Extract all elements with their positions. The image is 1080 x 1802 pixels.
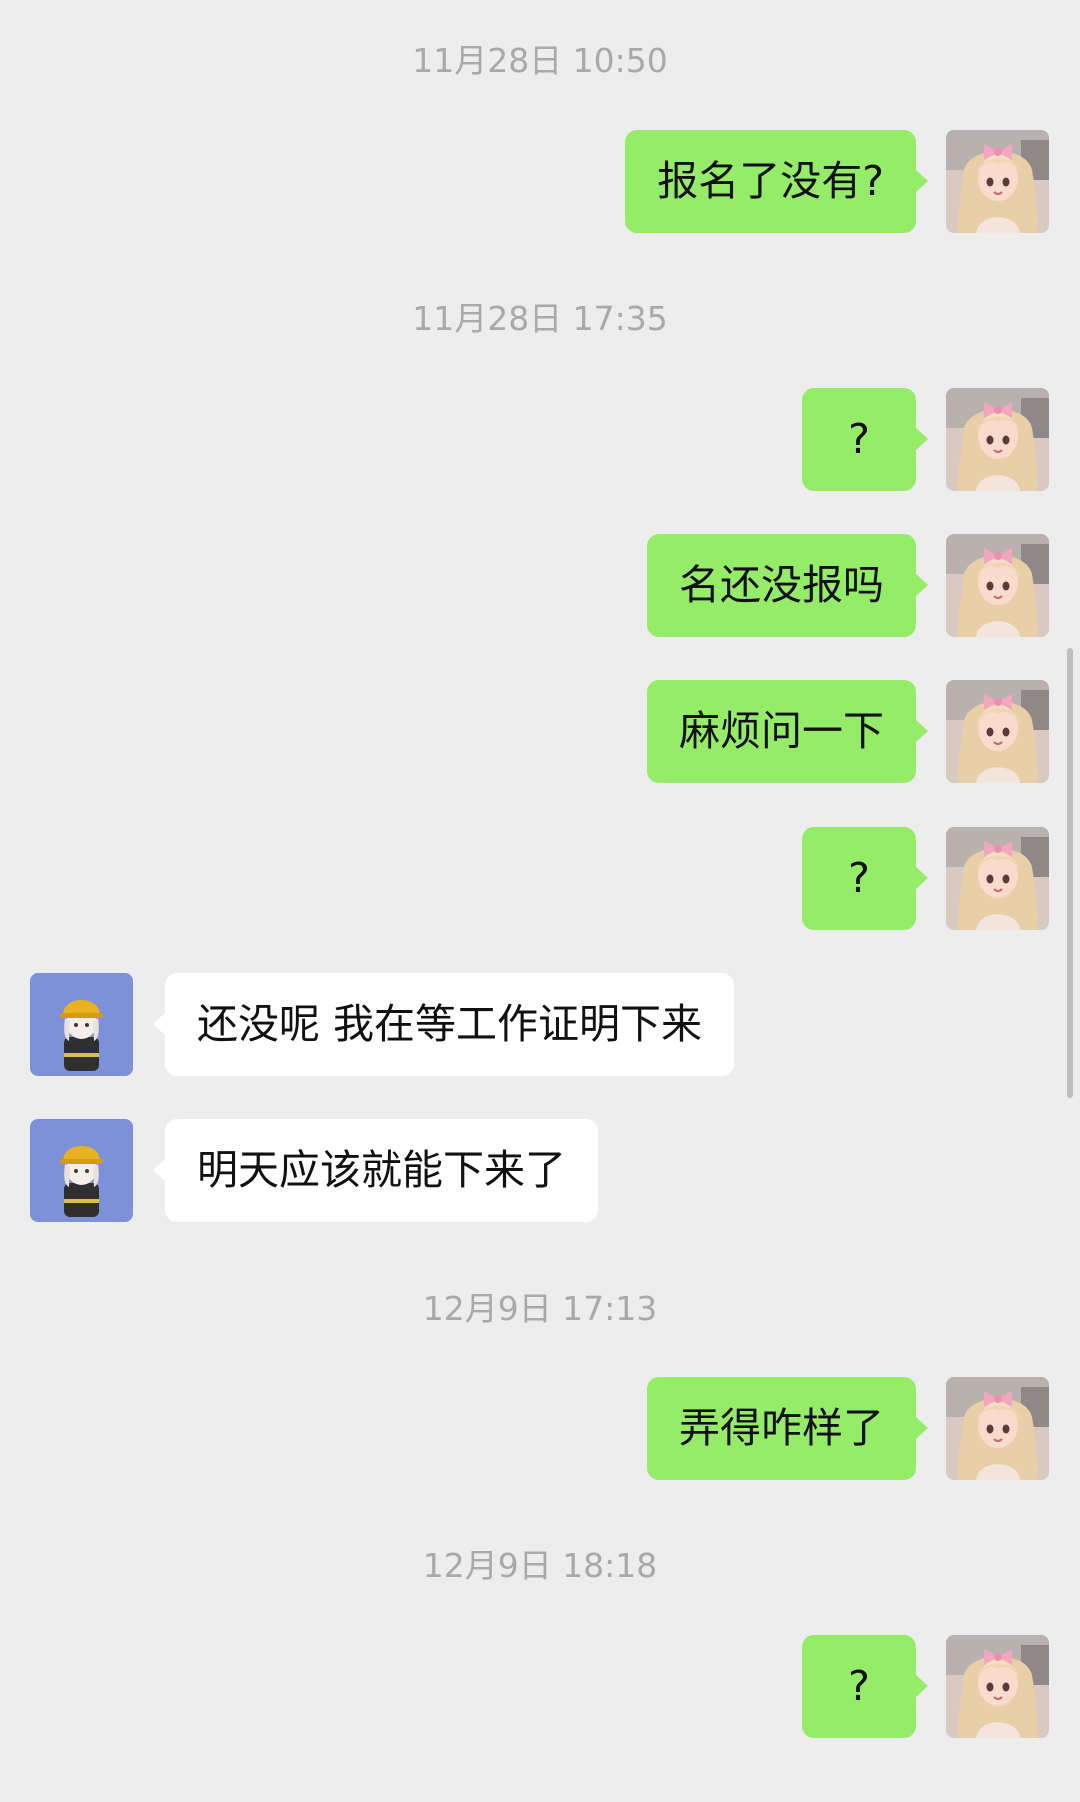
message-row-outgoing: ?	[0, 388, 1080, 491]
message-row-outgoing: 弄得咋样了	[0, 1377, 1080, 1480]
outgoing-message-bubble[interactable]: ?	[802, 827, 928, 930]
outgoing-message-bubble[interactable]: 麻烦问一下	[647, 680, 928, 783]
girl-avatar-icon[interactable]	[946, 680, 1049, 783]
outgoing-message-bubble[interactable]: ?	[802, 1635, 928, 1738]
girl-avatar-icon[interactable]	[946, 130, 1049, 233]
message-row-outgoing: ?	[0, 827, 1080, 930]
girl-avatar-icon[interactable]	[946, 1635, 1049, 1738]
outgoing-message-bubble[interactable]: 报名了没有?	[625, 130, 928, 233]
message-row-incoming: 还没呢 我在等工作证明下来	[0, 973, 1080, 1076]
girl-avatar-icon[interactable]	[946, 827, 1049, 930]
message-row-outgoing: 名还没报吗	[0, 534, 1080, 637]
message-row-outgoing: 报名了没有?	[0, 130, 1080, 233]
message-row-outgoing: 麻烦问一下	[0, 680, 1080, 783]
construction-worker-avatar-icon[interactable]	[30, 1119, 133, 1222]
timestamp: 12月9日 17:13	[422, 1289, 658, 1328]
outgoing-message-bubble[interactable]: ?	[802, 388, 928, 491]
girl-avatar-icon[interactable]	[946, 388, 1049, 491]
timestamp: 12月9日 18:18	[422, 1546, 658, 1585]
construction-worker-avatar-icon[interactable]	[30, 973, 133, 1076]
incoming-message-bubble[interactable]: 还没呢 我在等工作证明下来	[152, 973, 735, 1076]
incoming-message-bubble[interactable]: 明天应该就能下来了	[153, 1119, 598, 1222]
message-row-incoming: 明天应该就能下来了	[0, 1119, 1080, 1222]
outgoing-message-bubble[interactable]: 弄得咋样了	[647, 1377, 928, 1480]
girl-avatar-icon[interactable]	[946, 1377, 1049, 1480]
timestamp: 11月28日 17:35	[412, 299, 668, 338]
girl-avatar-icon[interactable]	[946, 534, 1049, 637]
message-row-outgoing: ?	[0, 1635, 1080, 1738]
outgoing-message-bubble[interactable]: 名还没报吗	[647, 534, 928, 637]
scrollbar[interactable]	[1067, 648, 1073, 1098]
timestamp: 11月28日 10:50	[412, 41, 668, 80]
